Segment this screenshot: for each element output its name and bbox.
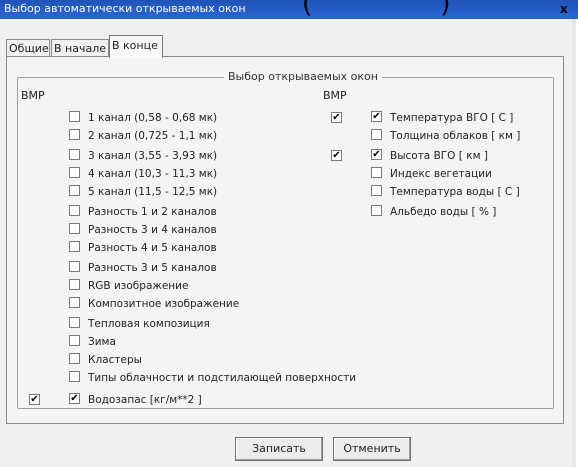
checkbox-label: Разность 3 и 5 каналов bbox=[88, 262, 217, 274]
checkbox[interactable] bbox=[69, 241, 80, 252]
window-title: Выбор автоматически открываемых окон bbox=[4, 2, 246, 15]
checkbox-label: Тепловая композиция bbox=[88, 318, 210, 330]
checkbox-label: Кластеры bbox=[88, 354, 142, 366]
checkbox[interactable]: ✔ bbox=[371, 111, 382, 122]
checkbox-label: RGB изображение bbox=[88, 280, 189, 292]
checkbox[interactable] bbox=[371, 167, 382, 178]
title-bar[interactable]: Выбор автоматически открываемых окон ( )… bbox=[0, 0, 578, 19]
checkbox-label: Индекс вегетации bbox=[390, 168, 492, 180]
checkbox[interactable] bbox=[69, 167, 80, 178]
tab-at-start[interactable]: В начале bbox=[51, 39, 109, 57]
close-button[interactable]: x bbox=[560, 2, 568, 16]
checkbox-label: Температура воды [ С ] bbox=[390, 186, 520, 198]
checkbox[interactable] bbox=[69, 111, 80, 122]
right-vmp-header: ВМР bbox=[323, 89, 347, 102]
checkbox-label: 1 канал (0,58 - 0,68 мк) bbox=[88, 112, 218, 124]
dialog-body: Общие В начале В конце Выбор открываемых… bbox=[0, 19, 576, 467]
tab-at-end[interactable]: В конце bbox=[109, 35, 163, 58]
checkbox-label: Зима bbox=[88, 336, 116, 348]
checkbox-label: 2 канал (0,725 - 1,1 мк) bbox=[88, 130, 218, 142]
checkbox-label: Композитное изображение bbox=[88, 298, 240, 310]
checkbox-label: Разность 1 и 2 каналов bbox=[88, 206, 217, 218]
cancel-button[interactable]: Отменить bbox=[333, 437, 411, 461]
left-vmp-header: ВМР bbox=[21, 89, 45, 102]
checkbox[interactable] bbox=[69, 149, 80, 160]
checkbox-label: Толщина облаков [ км ] bbox=[390, 130, 521, 142]
checkbox-label: Типы облачности и подстилающей поверхнос… bbox=[88, 372, 357, 384]
vmp-checkbox[interactable]: ✔ bbox=[331, 150, 342, 161]
vmp-checkbox[interactable]: ✔ bbox=[331, 112, 342, 123]
checkbox[interactable]: ✔ bbox=[371, 149, 382, 160]
checkbox[interactable] bbox=[69, 317, 80, 328]
save-button[interactable]: Записать bbox=[235, 437, 323, 461]
checkbox[interactable] bbox=[69, 223, 80, 234]
checkbox[interactable] bbox=[69, 335, 80, 346]
checkbox[interactable] bbox=[371, 205, 382, 216]
checkbox-label: 3 канал (3,55 - 3,93 мк) bbox=[88, 150, 218, 162]
title-overflow-text: ( ) bbox=[302, 0, 511, 19]
checkbox-label: Высота ВГО [ км ] bbox=[390, 150, 488, 162]
checkbox[interactable] bbox=[69, 185, 80, 196]
checkbox-label: 4 канал (10,3 - 11,3 мк) bbox=[88, 168, 218, 180]
checkbox-label: Альбедо воды [ % ] bbox=[390, 206, 497, 218]
checkbox[interactable]: ✔ bbox=[69, 393, 80, 404]
group-legend: Выбор открываемых окон bbox=[224, 70, 382, 83]
checkbox-label: Температура ВГО [ С ] bbox=[390, 112, 514, 124]
checkbox-label: Водозапас [кг/м**2 ] bbox=[88, 394, 202, 406]
checkbox[interactable] bbox=[371, 129, 382, 140]
checkbox[interactable] bbox=[69, 279, 80, 290]
checkbox-label: 5 канал (11,5 - 12,5 мк) bbox=[88, 186, 218, 198]
checkbox[interactable] bbox=[69, 297, 80, 308]
checkbox[interactable] bbox=[69, 353, 80, 364]
checkbox-label: Разность 3 и 4 каналов bbox=[88, 224, 217, 236]
tab-panel: Выбор открываемых окон ВМР ВМР 1 канал (… bbox=[6, 56, 564, 424]
checkbox-label: Разность 4 и 5 каналов bbox=[88, 242, 217, 254]
checkbox[interactable] bbox=[69, 205, 80, 216]
checkbox[interactable] bbox=[371, 185, 382, 196]
checkbox[interactable] bbox=[69, 129, 80, 140]
checkbox[interactable] bbox=[69, 261, 80, 272]
vmp-checkbox[interactable]: ✔ bbox=[29, 394, 40, 405]
checkbox[interactable] bbox=[69, 371, 80, 382]
tab-general[interactable]: Общие bbox=[6, 39, 50, 57]
